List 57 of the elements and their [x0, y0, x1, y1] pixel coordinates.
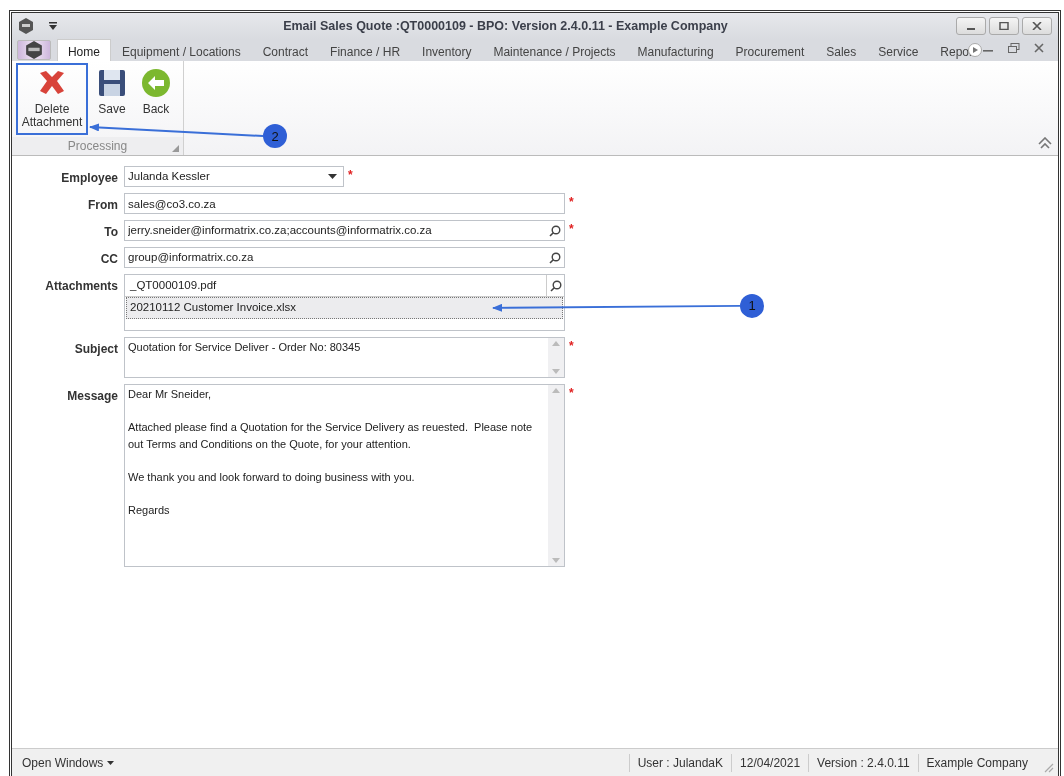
step-badge: 1	[740, 293, 764, 318]
to-label: To	[103, 224, 119, 241]
close-icon	[1032, 22, 1042, 30]
save-button[interactable]: Save	[92, 63, 132, 135]
status-text: Version : 2.4.0.11	[808, 753, 918, 772]
ribbon-tab[interactable]: Contract	[251, 39, 320, 61]
required-asterisk: *	[347, 167, 353, 180]
maximize-icon	[999, 22, 1009, 30]
required-asterisk: *	[568, 385, 574, 398]
required-asterisk: *	[568, 338, 574, 351]
text-input[interactable]: Julanda Kessler	[125, 167, 322, 186]
window-title: Email Sales Quote :QT0000109 - BPO: Version 2.4.0.11 - Example Company	[282, 17, 729, 35]
employee-label: Employee	[60, 170, 119, 187]
from-label: From	[87, 197, 119, 214]
required-asterisk: *	[568, 221, 574, 234]
search-icon[interactable]	[549, 279, 562, 292]
app-logo-icon	[18, 18, 34, 34]
ribbon-tab[interactable]: Equipment / Locations	[110, 39, 252, 61]
employee-field[interactable]: Julanda Kessler	[124, 166, 344, 187]
caret-icon	[107, 760, 115, 765]
dialog-launcher-icon[interactable]	[172, 145, 179, 152]
restore-icon[interactable]	[1008, 43, 1020, 53]
subject-label: Subject	[73, 341, 119, 358]
close-icon[interactable]	[1034, 43, 1044, 53]
close-button[interactable]	[1022, 17, 1052, 35]
message-label: Message	[66, 388, 119, 405]
ribbon-tab[interactable]: Maintenance / Projects	[482, 39, 627, 61]
delete-attachment-button[interactable]: Delete Attachment	[16, 63, 88, 135]
minimize-button[interactable]	[956, 17, 986, 35]
ribbon-tab[interactable]: Manufacturing	[626, 39, 725, 61]
attachment-item[interactable]: _QT0000109.pdf	[126, 275, 545, 297]
from-field[interactable]: sales@co3.co.za	[124, 193, 565, 214]
collapse-ribbon-icon[interactable]	[1038, 137, 1052, 149]
status-text: 12/04/2021	[731, 753, 809, 772]
app-logo-icon	[24, 41, 43, 59]
cc-label: CC	[99, 251, 119, 268]
attachment-item[interactable]: 20210112 Customer Invoice.xlsx	[126, 297, 563, 319]
quick-access-dropdown-icon[interactable]	[48, 21, 58, 31]
search-icon[interactable]	[549, 251, 561, 264]
maximize-button[interactable]	[989, 17, 1019, 35]
step-badge: 2	[263, 124, 287, 148]
ribbon-tab[interactable]: Service	[867, 39, 930, 61]
search-icon[interactable]	[549, 224, 561, 237]
ribbon-tab[interactable]: Finance / HR	[319, 39, 412, 61]
text-area[interactable]: Dear Mr Sneider, Attached please find a Quotation for the Service Delivery as reuested. Please note out Terms and Conditions on the Quote, for your attention. We thank you and look forward to doing business with you. Regards	[125, 385, 548, 566]
back-button[interactable]: Back	[136, 63, 176, 135]
ribbon-tab[interactable]: Inventory	[411, 39, 483, 61]
ribbon-tab[interactable]: Sales	[815, 39, 868, 61]
ribbon-tab[interactable]: Home	[56, 39, 111, 61]
open-windows-menu[interactable]: Open Windows	[12, 753, 125, 772]
attachments-label: Attachments	[44, 278, 119, 295]
required-asterisk: *	[568, 194, 574, 207]
status-text: Example Company	[917, 753, 1036, 772]
application-menu-button[interactable]	[17, 40, 51, 60]
ribbon-group-label: Processing	[67, 138, 128, 155]
ribbon-tab[interactable]: Procurement	[724, 39, 816, 61]
status-text: User : JulandaK	[628, 753, 732, 772]
